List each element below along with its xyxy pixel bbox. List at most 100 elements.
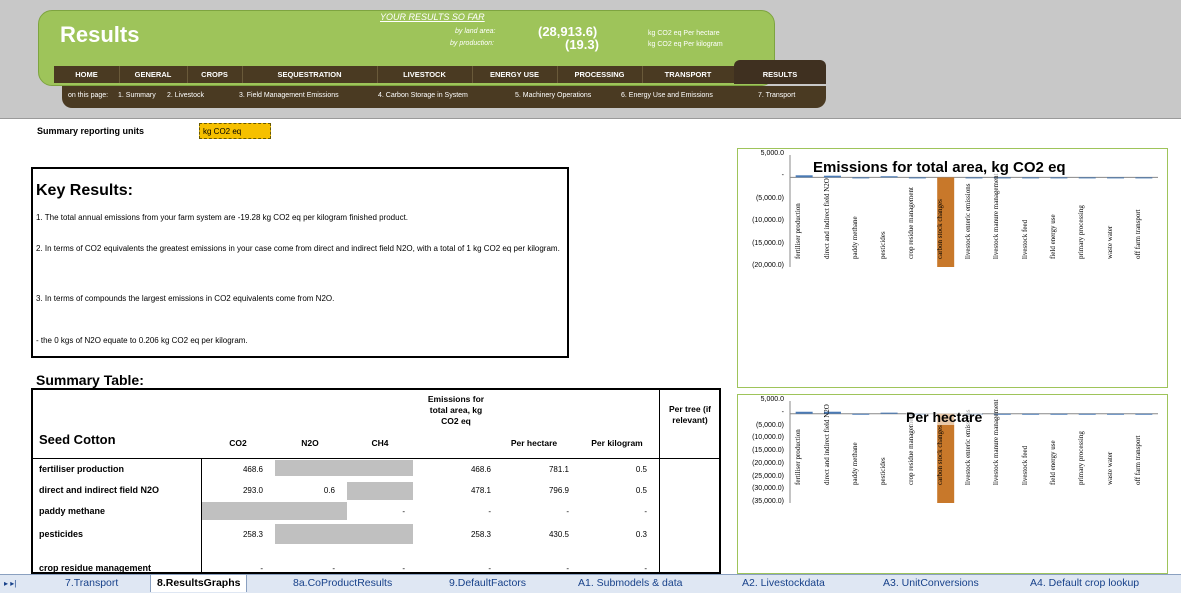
col-header: Per kilogram [591,438,643,448]
empty-cell [275,524,347,544]
cell-co2: - [260,564,263,573]
land-area-unit: kg CO2 eq Per hectare [648,30,720,37]
cell-n2o: 0.6 [323,486,335,495]
nav-general[interactable]: GENERAL [119,66,188,83]
cell-per-ha: 430.5 [548,530,569,539]
cell-co2: 258.3 [242,530,263,539]
x-category-label: livestock enteric emissions [964,183,973,259]
subnav-field-management[interactable]: 3. Field Management Emissions [239,92,339,99]
subnav-carbon-storage[interactable]: 4. Carbon Storage in System [378,92,468,99]
summary-table-title: Summary Table: [36,372,144,388]
cell-per-kg: - [644,564,647,573]
x-category-label: waste water [1105,451,1114,485]
key-result-line: 2. In terms of CO2 equivalents the great… [36,244,560,253]
cell-n2o: - [332,564,335,573]
cell-per-ha: 796.9 [548,486,569,495]
x-category-label: livestock feed [1020,219,1029,259]
sheet-tab[interactable]: A3. UnitConversions [883,575,979,592]
cell-per-ha: 781.1 [548,465,569,474]
sheet-tab[interactable]: 9.DefaultFactors [449,575,526,592]
cell-per-kg: 0.5 [635,465,647,474]
key-result-line: - the 0 kgs of N2O equate to 0.206 kg CO… [36,336,248,345]
x-category-label: fertiliser production [794,203,803,259]
sheet-nav-arrows[interactable]: ▸ ▸| [4,575,16,592]
sheet-tab[interactable]: 7.Transport [65,575,118,592]
x-category-label: paddy methane [850,442,859,485]
y-tick-label: (35,000.0) [752,498,784,505]
x-category-label: carbon stock changes [935,199,944,259]
table-row-label: fertiliser production [39,464,125,474]
chart-bar [1050,177,1068,179]
your-results-link[interactable]: YOUR RESULTS SO FAR [380,12,485,22]
table-divider [33,458,719,459]
chart-svg [789,155,1158,267]
cell-total: 478.1 [470,486,491,495]
nav-home[interactable]: HOME [54,66,120,83]
nav-sequestration[interactable]: SEQUESTRATION [242,66,378,83]
table-row-label: direct and indirect field N2O [39,485,160,495]
cell-per-kg: - [644,507,647,516]
sheet-tab[interactable]: 8a.CoProductResults [293,575,392,592]
x-category-label: livestock manure management [992,173,1001,259]
chart-bar [1078,413,1096,415]
chart-title: Emissions for total area, kg CO2 eq [813,159,1066,176]
production-value: (19.3) [565,37,599,52]
nav-processing[interactable]: PROCESSING [557,66,643,83]
x-category-label: livestock manure management [992,399,1001,485]
cell-co2: 293.0 [242,486,263,495]
subnav-summary[interactable]: 1. Summary [118,92,156,99]
by-land-area-label: by land area: [455,28,496,35]
y-tick-label: (20,000.0) [752,262,784,269]
x-category-label: livestock feed [1020,445,1029,485]
y-tick-label: - [781,172,784,180]
x-category-label: primary processing [1077,431,1086,485]
y-tick-label: (25,000.0) [752,472,784,480]
cell-ch4: - [402,564,405,573]
col-header: Per hectare [510,438,558,448]
nav-crops[interactable]: CROPS [187,66,243,83]
chart-bar [795,411,813,414]
x-category-label: off farm transport [1133,209,1142,259]
subnav-transport[interactable]: 7. Transport [758,92,795,99]
cell-per-kg: 0.3 [635,530,647,539]
key-result-line: 3. In terms of compounds the largest emi… [36,294,335,303]
chart-bar [965,177,983,179]
col-header: Emissions for total area, kg CO2 eq [427,394,485,426]
cell-total: 258.3 [470,530,491,539]
sheet-tab-active[interactable]: 8.ResultsGraphs [150,575,248,592]
y-tick-label: (20,000.0) [752,459,784,467]
chart-per-hectare: 5,000.0 - (5,000.0) (10,000.0) (15,000.0) (20… [737,394,1168,574]
reporting-units-select[interactable]: kg CO2 eq [199,123,271,139]
crop-name: Seed Cotton [39,432,116,447]
nav-results[interactable]: RESULTS [734,60,826,84]
cell-total: - [488,564,491,573]
sheet-tab[interactable]: A2. Livestockdata [742,575,825,592]
x-category-label: off farm transport [1133,435,1142,485]
subnav-livestock[interactable]: 2. Livestock [167,92,204,99]
col-header: CH4 [371,438,389,448]
cell-per-kg: 0.5 [635,486,647,495]
col-header: Per tree (if relevant) [668,404,712,425]
table-row-label: paddy methane [39,506,106,516]
x-category-label: crop residue management [907,187,916,259]
subnav-machinery[interactable]: 5. Machinery Operations [515,92,591,99]
x-category-label: paddy methane [850,216,859,259]
y-tick-label: (10,000.0) [752,217,784,225]
nav-livestock[interactable]: LIVESTOCK [377,66,473,83]
subnav-label: on this page: [68,92,109,99]
sheet-tab[interactable]: A1. Submodels & data [578,575,682,592]
y-tick-label: (30,000.0) [752,485,784,493]
x-category-label: pesticides [879,231,888,259]
chart-bar [1107,413,1125,415]
subnav-energy-use[interactable]: 6. Energy Use and Emissions [621,92,713,99]
nav-transport[interactable]: TRANSPORT [642,66,734,83]
nav-energy-use[interactable]: ENERGY USE [472,66,558,83]
y-tick-label: (5,000.0) [755,421,784,429]
sub-nav: on this page: 1. Summary 2. Livestock 3.… [62,86,826,108]
table-divider [659,390,660,572]
cell-per-ha: - [566,564,569,573]
sheet-tab[interactable]: A4. Default crop lookup [1030,575,1139,592]
cell-co2: 468.6 [242,465,263,474]
y-tick-label: 5,000.0 [760,150,784,157]
page-title: Results [60,22,140,47]
